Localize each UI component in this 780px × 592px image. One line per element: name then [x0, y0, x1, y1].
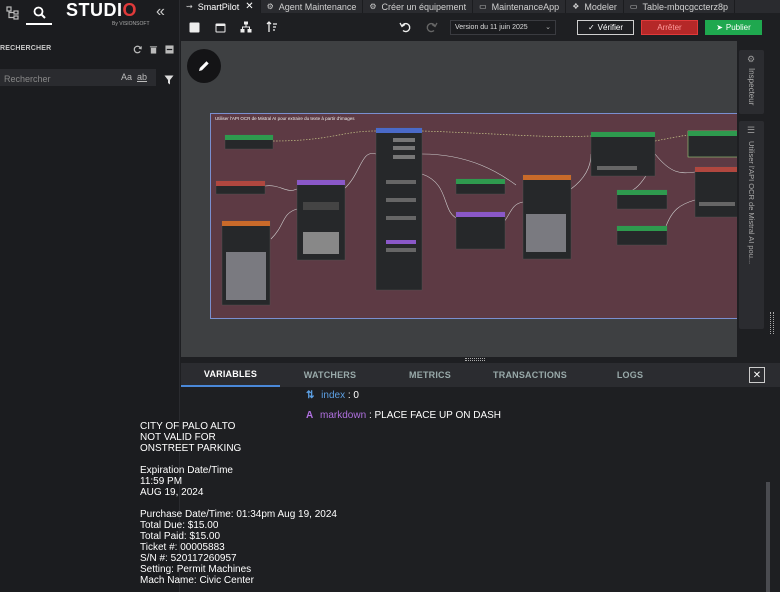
redo-icon[interactable]	[425, 20, 439, 34]
close-panel-button[interactable]: ✕	[749, 367, 765, 383]
edit-fab[interactable]	[187, 49, 221, 83]
filter-icon[interactable]	[164, 72, 174, 90]
cubes-icon: ❖	[572, 2, 580, 11]
tab-table[interactable]: ▭ Table-mbqcgccterz8p	[624, 0, 735, 13]
sort-icon[interactable]	[265, 20, 279, 34]
stop-button[interactable]: Arrêter	[641, 20, 698, 35]
node-panel-toggle[interactable]: ☰ Utiliser l'API OCR de Mistral AI pou..…	[739, 121, 764, 329]
logo-subtitle: By VISIONSOFT	[112, 21, 150, 27]
editor-tabs: ⇝ SmartPilot ✕ ⚙ Agent Maintenance ⚙ Cré…	[180, 0, 780, 13]
inspector-panel-toggle[interactable]: ⚙ Inspecteur	[739, 50, 764, 114]
send-icon: ➤	[716, 23, 723, 32]
gear-icon: ⚙	[747, 54, 756, 64]
variable-markdown[interactable]: A markdown : PLACE FACE UP ON DASH	[306, 410, 501, 421]
chevron-down-icon: ⌄	[545, 24, 551, 31]
search-input[interactable]	[0, 70, 100, 88]
tab-logs[interactable]: LOGS	[580, 363, 680, 387]
tab-maintenanceapp[interactable]: ▭ MaintenanceApp	[473, 0, 567, 13]
sidebar-header: STUDIO By VISIONSOFT «	[0, 0, 179, 27]
tab-transactions[interactable]: TRANSACTIONS	[480, 363, 580, 387]
check-icon: ✓	[587, 23, 595, 32]
search-icon[interactable]	[26, 1, 52, 25]
tree-structure-icon[interactable]	[239, 20, 253, 34]
tab-creer-equipement[interactable]: ⚙ Créer un équipement	[363, 0, 474, 13]
flow-icon: ⇝	[186, 2, 193, 11]
window-icon: ▭	[629, 2, 638, 11]
refresh-icon[interactable]	[132, 44, 142, 54]
gear-icon: ⚙	[266, 2, 274, 11]
flow-group[interactable]: Utiliser l'API OCR de Mistral AI pour ex…	[210, 113, 737, 319]
debug-tabs: VARIABLES WATCHERS METRICS TRANSACTIONS …	[181, 363, 780, 387]
tree-icon[interactable]	[3, 3, 23, 23]
variables-scrollbar[interactable]	[766, 482, 770, 592]
app-root: STUDIO By VISIONSOFT « RECHERCHER Aa ab …	[0, 0, 780, 592]
gear-icon: ⚙	[369, 2, 377, 11]
tab-variables[interactable]: VARIABLES	[181, 363, 280, 387]
version-select[interactable]: Version du 11 juin 2025 ⌄	[450, 20, 556, 35]
stop-square-icon[interactable]	[187, 20, 201, 34]
tab-metrics[interactable]: METRICS	[380, 363, 480, 387]
splitter-grip[interactable]	[465, 358, 485, 361]
tab-watchers[interactable]: WATCHERS	[280, 363, 380, 387]
tab-smartpilot[interactable]: ⇝ SmartPilot ✕	[180, 0, 261, 13]
search-box: Aa ab	[0, 69, 156, 88]
trash-icon[interactable]	[148, 44, 158, 54]
right-rail: ⚙ Inspecteur ☰ Utiliser l'API OCR de Mis…	[737, 41, 780, 357]
close-tab-icon[interactable]: ✕	[245, 1, 253, 12]
search-section-title: RECHERCHER	[0, 45, 52, 52]
search-section-header: RECHERCHER	[0, 42, 180, 58]
layers-icon: ☰	[747, 125, 756, 135]
collapse-all-icon[interactable]	[164, 44, 174, 54]
variable-index[interactable]: ⇅ index : 0	[306, 390, 359, 401]
search-actions	[132, 44, 174, 54]
text-type-icon: A	[306, 410, 314, 421]
match-case-toggle[interactable]: Aa	[121, 72, 132, 82]
calendar-icon[interactable]	[213, 20, 227, 34]
flow-canvas[interactable]: Utiliser l'API OCR de Mistral AI pour ex…	[181, 41, 737, 357]
undo-icon[interactable]	[398, 20, 412, 34]
tab-modeler[interactable]: ❖ Modeler	[566, 0, 624, 13]
collapse-sidebar-icon[interactable]: «	[156, 3, 165, 21]
markdown-value: CITY OF PALO ALTO NOT VALID FOR ONSTREET…	[140, 421, 337, 586]
publish-button[interactable]: ➤ Publier	[705, 20, 762, 35]
flow-toolbar: Version du 11 juin 2025 ⌄ ✓ Vérifier Arrê…	[180, 13, 780, 41]
pencil-icon	[199, 61, 209, 71]
tab-agent-maintenance[interactable]: ⚙ Agent Maintenance	[261, 0, 364, 13]
match-word-toggle[interactable]: ab	[137, 72, 147, 82]
numeric-sort-icon: ⇅	[306, 390, 315, 401]
studio-logo: STUDIO	[66, 0, 138, 20]
verify-button[interactable]: ✓ Vérifier	[577, 20, 634, 35]
flow-graph	[215, 127, 737, 306]
right-resize-handle[interactable]	[770, 312, 774, 334]
window-icon: ▭	[479, 2, 487, 11]
